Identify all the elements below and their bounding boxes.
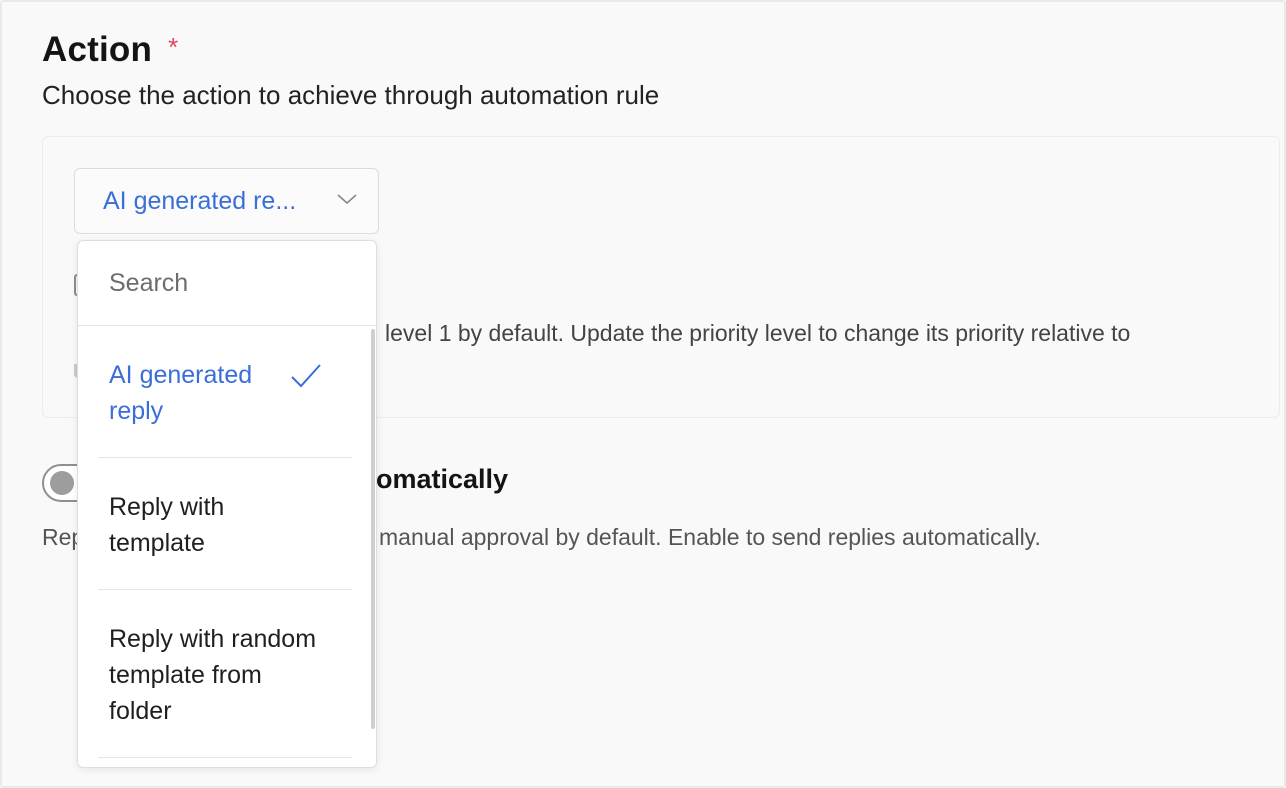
- option-reply-with-template[interactable]: Reply with template: [109, 489, 349, 561]
- dropdown-search: [78, 241, 376, 326]
- option-label-line: template from: [109, 661, 262, 689]
- required-marker: *: [168, 32, 179, 62]
- chevron-down-icon: [337, 194, 357, 205]
- option-divider: [98, 457, 352, 458]
- priority-description: level 1 by default. Update the priority …: [385, 320, 1131, 346]
- section-subtitle: Choose the action to achieve through aut…: [42, 80, 660, 110]
- action-section: Action * Choose the action to achieve th…: [0, 0, 1286, 788]
- option-divider: [98, 757, 352, 758]
- option-label-line: folder: [109, 697, 172, 725]
- option-label-line: template: [109, 529, 205, 557]
- option-label-line: Reply with random: [109, 625, 317, 653]
- option-label-line: reply: [109, 397, 164, 425]
- check-icon: [291, 364, 321, 388]
- option-divider: [98, 589, 352, 590]
- action-select-value: AI generated re...: [103, 186, 297, 215]
- search-input[interactable]: [109, 268, 349, 298]
- dropdown-scrollbar[interactable]: [371, 329, 375, 729]
- toggle-knob: [50, 471, 74, 495]
- action-select[interactable]: AI generated re...: [74, 168, 379, 234]
- section-title: Action: [42, 30, 153, 69]
- title-row: Action *: [42, 30, 178, 70]
- option-label-line: Reply with: [109, 493, 225, 521]
- auto-send-description: manual approval by default. Enable to se…: [379, 524, 1041, 550]
- auto-send-label: omatically: [376, 464, 509, 494]
- option-reply-with-random-template[interactable]: Reply with random template from folder: [109, 621, 349, 729]
- action-dropdown-menu: AI generated reply Reply with template R…: [77, 240, 377, 768]
